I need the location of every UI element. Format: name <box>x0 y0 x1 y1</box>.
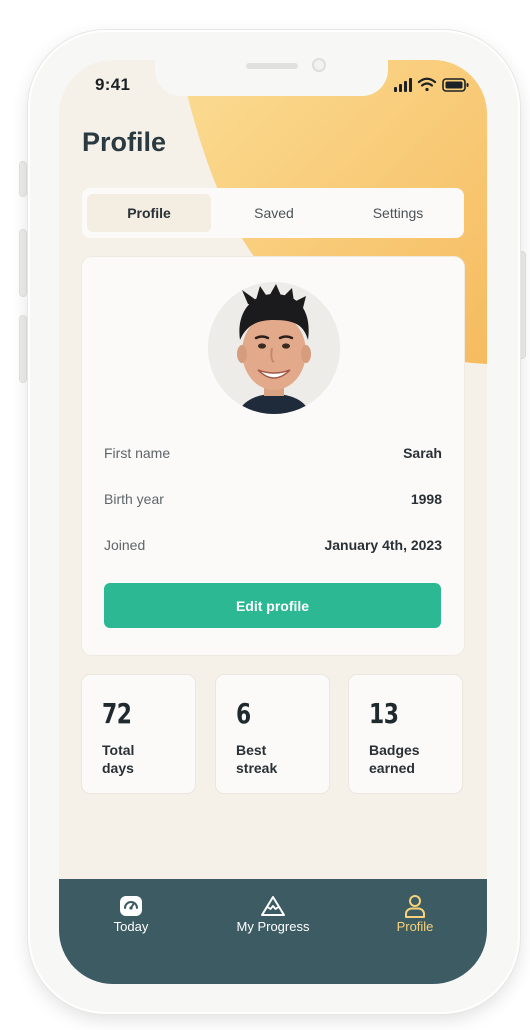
tab-settings[interactable]: Settings <box>336 194 460 232</box>
nav-label: Profile <box>396 919 434 934</box>
stat-card-best-streak: 6 Best streak <box>216 675 329 793</box>
first-name-label: First name <box>104 445 171 461</box>
birth-year-value: 1998 <box>410 491 442 507</box>
nav-my-progress[interactable]: My Progress <box>203 879 343 949</box>
nav-label: My Progress <box>236 919 310 934</box>
mute-switch <box>20 162 26 196</box>
joined-label: Joined <box>104 537 146 553</box>
volume-down-button <box>20 316 26 382</box>
stat-label: Badges earned <box>369 742 420 776</box>
nav-profile[interactable]: Profile <box>345 879 485 949</box>
stat-card-badges-earned: 13 Badges earned <box>349 675 462 793</box>
page-title: Profile <box>82 127 167 157</box>
stat-value: 13 <box>369 697 399 730</box>
stat-label: Total days <box>102 742 135 776</box>
gauge-icon <box>120 896 142 916</box>
cellular-signal-icon <box>394 78 412 92</box>
volume-up-button <box>20 230 26 296</box>
birth-year-label: Birth year <box>104 491 164 507</box>
status-time: 9:41 <box>95 75 131 94</box>
stat-label: Best streak <box>236 742 278 776</box>
battery-icon <box>442 78 469 92</box>
bottom-tab-bar: Today My Progress Profile <box>59 879 487 984</box>
segmented-tabs: Profile Saved Settings <box>82 188 464 238</box>
stat-card-total-days: 72 Total days <box>82 675 195 793</box>
joined-value: January 4th, 2023 <box>324 537 442 553</box>
nav-today[interactable]: Today <box>61 879 201 949</box>
first-name-value: Sarah <box>403 445 442 461</box>
nav-label: Today <box>113 919 149 934</box>
speaker-grille <box>246 63 298 69</box>
avatar-portrait <box>208 282 340 414</box>
status-icons <box>394 77 469 92</box>
stat-value: 72 <box>102 697 132 730</box>
avatar <box>208 282 340 414</box>
front-camera <box>312 58 326 72</box>
profile-card: First name Sarah Birth year 1998 Joined … <box>82 257 464 655</box>
tab-profile[interactable]: Profile <box>87 194 211 232</box>
mountain-icon <box>261 896 285 916</box>
wifi-icon <box>417 77 437 92</box>
tab-saved[interactable]: Saved <box>212 194 336 232</box>
person-icon <box>405 895 425 918</box>
stat-value: 6 <box>236 697 251 730</box>
edit-profile-button[interactable]: Edit profile <box>104 583 441 628</box>
